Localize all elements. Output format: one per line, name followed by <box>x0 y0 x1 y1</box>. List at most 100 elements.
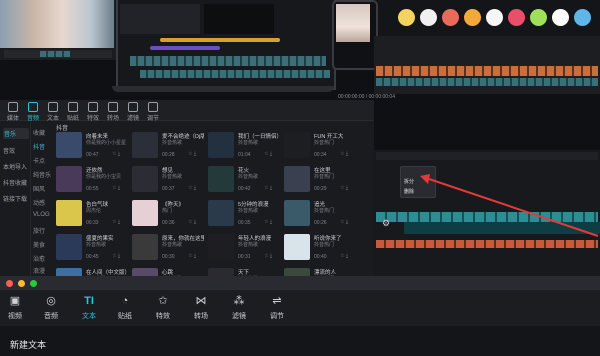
sticker-item[interactable] <box>398 9 415 26</box>
tab-filter[interactable]: ⁂ 滤镜 <box>224 295 254 321</box>
window-close-button[interactable] <box>6 280 13 287</box>
tab-sticker[interactable]: ◔ 贴纸 <box>110 295 140 321</box>
favorite-download-icon[interactable]: ☆ ⤓ <box>340 253 348 259</box>
favorite-download-icon[interactable]: ☆ ⤓ <box>112 185 120 191</box>
music-card[interactable]: 向着未来 你是我的小小星星 00:47 ☆ ⤓ <box>56 132 128 164</box>
category-local[interactable]: 本地导入 <box>3 162 27 171</box>
favorite-download-icon[interactable]: ☆ ⤓ <box>112 219 120 225</box>
music-duration: 00:28 <box>162 152 175 158</box>
music-card[interactable]: 我们（一日情侣） 抖音热歌 01:04 ☆ ⤓ <box>208 132 280 164</box>
music-artist: 抖音热歌 <box>238 174 259 180</box>
tab-sticker[interactable]: 贴纸 <box>62 102 84 122</box>
tab-filter[interactable]: 滤镜 <box>122 102 144 122</box>
music-duration: 00:34 <box>314 152 327 158</box>
music-card[interactable]: 想见 抖音热歌 00:37 ☆ ⤓ <box>132 166 204 198</box>
favorite-download-icon[interactable]: ☆ ⤓ <box>112 151 120 157</box>
favorite-download-icon[interactable]: ☆ ⤓ <box>264 151 272 157</box>
music-card[interactable]: 5分钟的浪漫 抖音热歌 00:35 ☆ ⤓ <box>208 200 280 232</box>
tab-effects[interactable]: ✩ 特效 <box>148 295 178 321</box>
tab-audio[interactable]: ◎ 音频 <box>36 295 66 321</box>
music-card[interactable]: 爱不会绝迹（Dj版）抖音热歌00:28☆ ⤓ <box>132 132 204 164</box>
favorite-download-icon[interactable]: ☆ ⤓ <box>188 253 196 259</box>
music-card[interactable]: FUN 开工大 抖音热门 00:34 ☆ ⤓ <box>284 132 356 164</box>
favorite-download-icon[interactable]: ☆ ⤓ <box>340 219 348 225</box>
music-card[interactable]: 告白气球 周杰伦 00:33 ☆ ⤓ <box>56 200 128 232</box>
favorite-download-icon[interactable]: ☆ ⤓ <box>188 185 196 191</box>
music-duration: 00:36 <box>162 220 175 226</box>
sticker-item[interactable] <box>574 9 591 26</box>
sticker-item[interactable] <box>486 9 503 26</box>
subcategory[interactable]: 治愈 <box>33 254 45 263</box>
favorite-download-icon[interactable]: ☆ ⤓ <box>112 253 120 259</box>
tab-text[interactable]: 文本 <box>42 102 64 122</box>
subcategory[interactable]: 旅行 <box>33 226 45 235</box>
window-maximize-button[interactable] <box>30 280 37 287</box>
subcategory[interactable]: 国风 <box>33 184 45 193</box>
adjust-icon: ⇌ <box>272 295 282 307</box>
subcategory[interactable]: 浪漫 <box>33 266 45 275</box>
music-card[interactable]: 盛夏的果实 抖音热歌 00:45 ☆ ⤓ <box>56 234 128 266</box>
music-card[interactable]: 花火 抖音热歌 00:42 ☆ ⤓ <box>208 166 280 198</box>
category-douyin-fav[interactable]: 抖音收藏 <box>3 178 27 187</box>
tab-adjust[interactable]: 调节 <box>142 102 164 122</box>
effects-icon: ✩ <box>158 295 168 307</box>
sticker-item[interactable] <box>552 9 569 26</box>
music-artist: 抖音热歌 <box>162 174 183 180</box>
category-sfx[interactable]: 音效 <box>3 146 15 155</box>
favorite-download-icon[interactable]: ☆ ⤓ <box>188 151 196 157</box>
sticker-item[interactable] <box>464 9 481 26</box>
gear-icon[interactable]: ⚙ <box>382 218 390 229</box>
favorite-download-icon[interactable]: ☆ ⤓ <box>264 219 272 225</box>
music-card[interactable]: 还依然 你是我的小宝贝 00:55 ☆ ⤓ <box>56 166 128 198</box>
music-card[interactable]: 《昨天》 热门 00:36 ☆ ⤓ <box>132 200 204 232</box>
music-card[interactable]: 听说你来了 抖音热门 00:40 ☆ ⤓ <box>284 234 356 266</box>
favorite-download-icon[interactable]: ☆ ⤓ <box>188 219 196 225</box>
grid-header: 抖音 <box>56 126 69 132</box>
music-artist: 抖音热门 <box>314 140 335 146</box>
music-artist: 抖音热歌 <box>162 242 183 248</box>
tab-transition[interactable]: ⋈ 转场 <box>186 295 216 321</box>
favorite-download-icon[interactable]: ☆ ⤓ <box>340 151 348 157</box>
tab-transition[interactable]: 转场 <box>102 102 124 122</box>
subcategory[interactable]: 卡点 <box>33 156 45 165</box>
tab-effects[interactable]: 特效 <box>82 102 104 122</box>
context-menu-item[interactable]: 删除 <box>404 188 414 195</box>
music-thumbnail <box>284 132 310 158</box>
music-artist: 抖音热门 <box>314 242 335 248</box>
music-card[interactable]: 原来，你就在这里 抖音热歌 00:30 ☆ ⤓ <box>132 234 204 266</box>
music-duration: 00:37 <box>162 186 175 192</box>
music-artist: 抖音热歌 <box>162 140 183 146</box>
red-arrow <box>420 174 599 237</box>
tab-audio[interactable]: 音频 <box>22 102 44 122</box>
preview-photo <box>0 0 114 48</box>
category-music[interactable]: 音乐 <box>3 128 29 139</box>
transition-icon: ⋈ <box>195 295 207 307</box>
sticker-item[interactable] <box>508 9 525 26</box>
text-icon <box>48 102 58 112</box>
subcategory[interactable]: VLOG <box>33 212 50 218</box>
favorite-download-icon[interactable]: ☆ ⤓ <box>340 185 348 191</box>
subcategory[interactable]: 动感 <box>33 198 45 207</box>
subcategory[interactable]: 美食 <box>33 240 45 249</box>
subcategory[interactable]: 抖音 <box>33 142 45 151</box>
music-duration: 01:04 <box>238 152 251 158</box>
music-card[interactable]: 在这里 抖音热门 00:29 ☆ ⤓ <box>284 166 356 198</box>
subcategory[interactable]: 收藏 <box>33 128 45 137</box>
sticker-item[interactable] <box>530 9 547 26</box>
new-text-button[interactable]: 新建文本 <box>10 338 46 351</box>
music-card[interactable]: 年轻人的浪漫 抖音热歌 00:31 ☆ ⤓ <box>208 234 280 266</box>
window-minimize-button[interactable] <box>18 280 25 287</box>
music-card[interactable]: 追光 抖音热门 00:26 ☆ ⤓ <box>284 200 356 232</box>
tab-media[interactable]: 媒体 <box>2 102 24 122</box>
favorite-download-icon[interactable]: ☆ ⤓ <box>264 185 272 191</box>
favorite-download-icon[interactable]: ☆ ⤓ <box>264 253 272 259</box>
tab-adjust[interactable]: ⇌ 调节 <box>262 295 292 321</box>
context-menu-item[interactable]: 拆分 <box>404 178 414 185</box>
subcategory[interactable]: 纯音乐 <box>33 170 51 179</box>
category-link[interactable]: 链接下载 <box>3 194 27 203</box>
sticker-item[interactable] <box>420 9 437 26</box>
tab-video[interactable]: ▣ 视频 <box>0 295 30 321</box>
tab-text[interactable]: TI 文本 <box>74 295 104 321</box>
sticker-icon <box>68 102 78 112</box>
sticker-item[interactable] <box>442 9 459 26</box>
